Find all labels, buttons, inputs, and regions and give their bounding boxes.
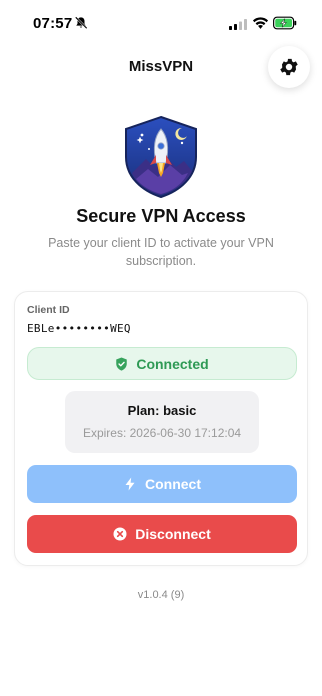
connection-status-text: Connected [136, 355, 209, 372]
disconnect-button-label: Disconnect [135, 526, 211, 542]
app-screen: 07:57 MissVPN Secure VPN Access Paste yo… [0, 0, 322, 696]
battery-charging-icon [273, 16, 297, 30]
bell-slash-icon [75, 16, 88, 29]
plan-info: Plan: basic Expires: 2026-06-30 17:12:04 [65, 391, 259, 453]
status-time: 07:57 [33, 15, 73, 32]
gear-icon [280, 58, 298, 76]
plan-expiry: Expires: 2026-06-30 17:12:04 [82, 426, 242, 440]
disconnect-button[interactable]: Disconnect [27, 515, 297, 553]
app-version: v1.0.4 (9) [137, 589, 185, 601]
shield-check-icon [116, 356, 128, 371]
subscription-card: Client ID EBLe••••••••WEQ Connected Plan… [14, 291, 308, 566]
connect-button[interactable]: Connect [27, 465, 297, 503]
client-id-field[interactable]: EBLe••••••••WEQ [27, 322, 131, 335]
subtitle: Paste your client ID to activate your VP… [48, 236, 274, 268]
connection-status-badge: Connected [27, 347, 297, 380]
plan-title: Plan: basic [127, 403, 197, 418]
x-circle-icon [113, 527, 127, 541]
wifi-icon [252, 17, 269, 29]
rocket-shield-icon [125, 115, 197, 199]
connect-button-label: Connect [145, 476, 201, 492]
client-id-label: Client ID [27, 304, 70, 316]
headline: Secure VPN Access [76, 206, 246, 226]
settings-button[interactable] [268, 46, 310, 88]
lightning-bolt-icon [125, 477, 135, 491]
status-bar: 07:57 [0, 0, 322, 46]
cellular-signal-icon [229, 19, 247, 30]
